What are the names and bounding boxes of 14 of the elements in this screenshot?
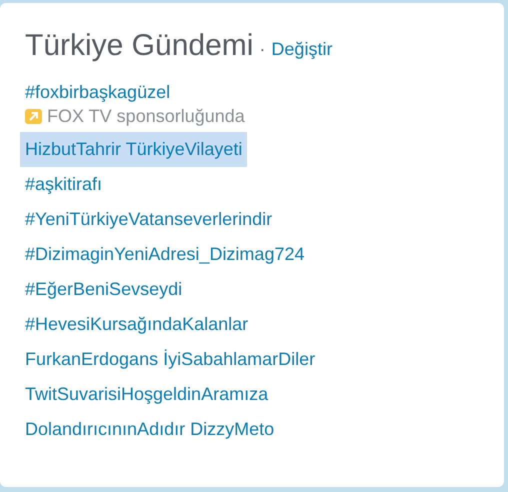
trend-link[interactable]: #aşkitirafı <box>20 167 108 202</box>
trend-link[interactable]: #foxbirbaşkagüzel <box>20 75 176 106</box>
trend-link[interactable]: #EğerBeniSevseydi <box>20 272 188 307</box>
sponsor-text: FOX TV sponsorluğunda <box>47 106 245 127</box>
trend-link[interactable]: #DizimaginYeniAdresi_Dizimag724 <box>20 237 310 272</box>
separator-dot: · <box>259 39 266 60</box>
trend-link[interactable]: #YeniTürkiyeVatanseverlerindir <box>20 202 278 237</box>
trend-link[interactable]: DolandırıcınınAdıdır DizzyMeto <box>20 412 280 447</box>
trend-link[interactable]: TwitSuvarisiHoşgeldinAramıza <box>20 377 274 412</box>
trend-link[interactable]: HizbutTahrir TürkiyeVilayeti <box>20 132 248 167</box>
trends-title: Türkiye Gündemi <box>25 29 254 63</box>
trend-link[interactable]: #HevesiKursağındaKalanlar <box>20 307 254 342</box>
change-link[interactable]: Değiştir <box>271 39 332 60</box>
trend-link[interactable]: FurkanErdogans İyiSabahlamarDiler <box>20 342 320 377</box>
